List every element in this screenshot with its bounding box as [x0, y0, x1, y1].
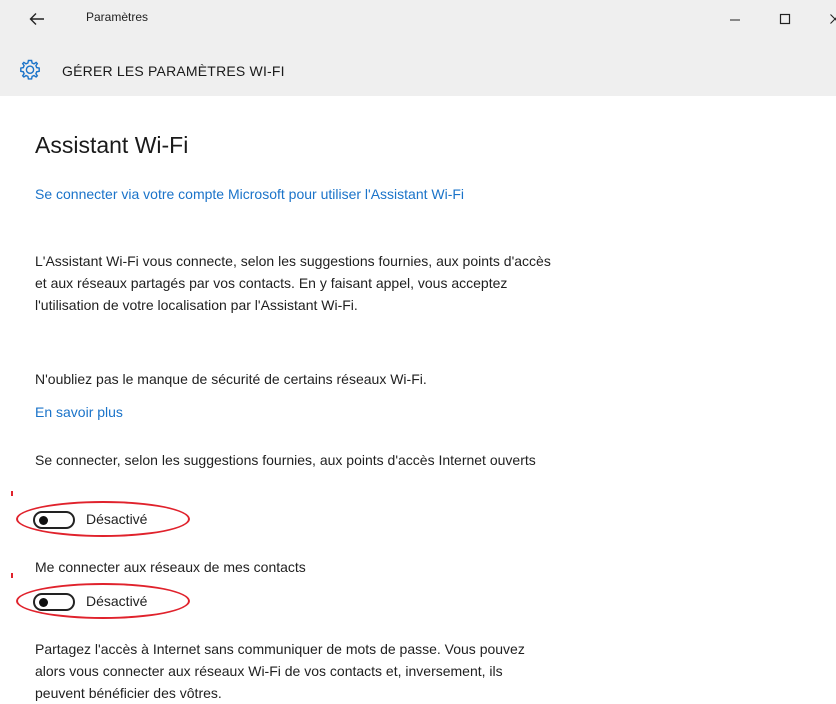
minimize-icon [730, 19, 740, 21]
toggle-knob [39, 598, 48, 607]
close-button[interactable] [818, 6, 836, 32]
contacts-networks-setting: Désactivé [16, 583, 194, 623]
maximize-button[interactable] [768, 6, 802, 32]
app-title: Paramètres [86, 10, 149, 24]
contacts-networks-toggle[interactable] [33, 593, 75, 611]
title-bar: Paramètres [0, 0, 836, 44]
arrow-left-icon [29, 13, 44, 25]
share-description: Partagez l'accès à Internet sans communi… [35, 641, 525, 701]
open-hotspots-label: Se connecter, selon les suggestions four… [35, 452, 536, 468]
page-header: GÉRER LES PARAMÈTRES WI-FI [0, 44, 836, 96]
annotation-mark [11, 491, 13, 496]
page-title: GÉRER LES PARAMÈTRES WI-FI [62, 63, 285, 79]
back-button[interactable] [22, 7, 52, 31]
learn-more-link[interactable]: En savoir plus [35, 401, 123, 423]
toggle-knob [39, 516, 48, 525]
assistant-description: L'Assistant Wi-Fi vous connecte, selon l… [35, 253, 551, 313]
maximize-icon [779, 13, 791, 25]
minimize-button[interactable] [718, 6, 752, 32]
open-hotspots-setting: Désactivé [16, 501, 194, 541]
security-warning: N'oubliez pas le manque de sécurité de c… [35, 371, 427, 387]
open-hotspots-state: Désactivé [86, 511, 148, 527]
contacts-networks-state: Désactivé [86, 593, 148, 609]
settings-window: Paramètres GÉRER LES PARAMÈTRES WI-FI As… [0, 0, 836, 704]
contacts-networks-label: Me connecter aux réseaux de mes contacts [35, 559, 306, 575]
gear-icon [20, 59, 40, 80]
close-icon [830, 14, 836, 24]
annotation-mark [11, 573, 13, 578]
open-hotspots-toggle[interactable] [33, 511, 75, 529]
microsoft-signin-link[interactable]: Se connecter via votre compte Microsoft … [35, 183, 555, 205]
section-title: Assistant Wi-Fi [35, 132, 189, 158]
